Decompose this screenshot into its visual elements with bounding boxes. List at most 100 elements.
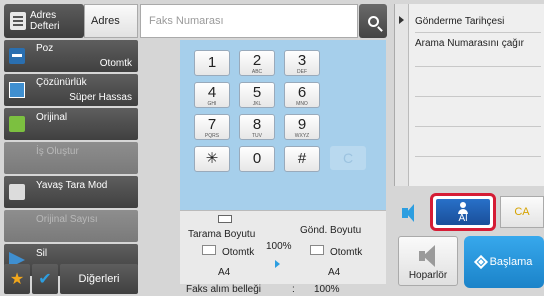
key-7[interactable]: 8 TUV [239, 114, 275, 140]
poz-value: Otomtk [99, 58, 132, 69]
poz-button[interactable]: Poz Otomtk [4, 40, 138, 72]
key-digit: 2 [252, 52, 262, 69]
recall-number-item[interactable]: Arama Numarasını çağır [415, 38, 525, 50]
key-3[interactable]: 4 GHI [194, 82, 230, 108]
resolution-icon [9, 82, 25, 98]
key-letters: JKL [252, 101, 262, 107]
key-letters: PQRS [204, 133, 220, 139]
receive-button[interactable]: Al [430, 193, 496, 231]
address-book-icon [10, 12, 26, 30]
resolution-button[interactable]: Çözünürlük Süper Hassas [4, 74, 138, 106]
key-letters: TUV [252, 133, 262, 139]
key-digit: 0 [252, 150, 262, 167]
key-digit: 5 [252, 84, 262, 101]
key-digit: 6 [297, 84, 307, 101]
key-10[interactable]: 0 [239, 146, 275, 172]
key-1[interactable]: 2 ABC [239, 50, 275, 76]
address-button-label: Adres [91, 15, 120, 27]
slow-scan-button[interactable]: Yavaş Tara Mod [4, 176, 138, 208]
key-digit: 4 [207, 84, 217, 101]
start-button[interactable]: Başlama [464, 236, 544, 288]
address-book-button[interactable]: Adres Defteri [4, 4, 84, 38]
slow-scan-label: Yavaş Tara Mod [36, 180, 108, 191]
fax-memory-separator: : [292, 284, 295, 295]
key-digit: 7 [207, 116, 217, 133]
divider [415, 126, 541, 127]
scale-ratio: 100% [266, 241, 292, 252]
divider [415, 96, 541, 97]
divider [415, 156, 541, 157]
original-count-button[interactable]: Orijinal Sayısı [4, 210, 138, 242]
key-letters: WXYZ [294, 133, 310, 139]
key-letters: ABC [251, 69, 263, 75]
scan-paper-size: A4 [218, 267, 231, 278]
settings-menu: Poz Otomtk Çözünürlük Süper Hassas Oriji… [4, 40, 138, 278]
fax-number-placeholder: Faks Numarası [149, 15, 224, 27]
key-letters: MNO [296, 101, 308, 107]
star-icon: ★ [9, 271, 25, 288]
resolution-label: Çözünürlük [36, 77, 87, 88]
ca-button[interactable]: CA [500, 196, 544, 228]
key-digit: # [297, 150, 307, 167]
slow-scan-icon [9, 184, 25, 200]
create-job-label: İş Oluştur [36, 146, 79, 157]
clear-key[interactable]: C [330, 146, 366, 170]
start-label: Başlama [489, 256, 533, 268]
key-digit: 9 [297, 116, 307, 133]
key-letters: DEF [297, 69, 307, 75]
resolution-value: Süper Hassas [69, 92, 132, 103]
key-9[interactable]: ✳ [194, 146, 230, 172]
check-icon: ✔ [38, 271, 52, 288]
send-history-item[interactable]: Gönderme Tarihçesi [415, 16, 541, 28]
fax-number-input[interactable]: Faks Numarası [140, 4, 358, 38]
send-paper-size: A4 [328, 267, 341, 278]
key-0[interactable]: 1 [194, 50, 230, 76]
key-digit: 3 [297, 52, 307, 69]
speaker-icon [419, 245, 439, 267]
search-button[interactable] [359, 4, 387, 38]
favorite-button[interactable]: ★ [4, 264, 30, 294]
scan-size-label: Tarama Boyutu [188, 229, 256, 240]
send-mode: Otomtk [330, 247, 363, 258]
check-button[interactable]: ✔ [32, 264, 58, 294]
original-button[interactable]: Orijinal [4, 108, 138, 140]
key-digit: 1 [207, 54, 217, 71]
key-digit: 8 [252, 116, 262, 133]
receive-label: Al [458, 213, 468, 224]
bottom-left-bar: ★ ✔ Diğerleri [4, 264, 138, 294]
original-label: Orijinal [36, 112, 68, 123]
divider [415, 32, 541, 33]
address-book-label-line1: Adres [30, 10, 57, 21]
send-size-label: Gönd. Boyutu [300, 225, 362, 236]
volume-button[interactable] [398, 200, 420, 228]
send-paper-icon [310, 245, 324, 255]
key-8[interactable]: 9 WXYZ [284, 114, 320, 140]
key-4[interactable]: 5 JKL [239, 82, 275, 108]
exposure-icon [9, 48, 25, 64]
arrow-right-icon [275, 260, 280, 268]
key-digit: ✳ [205, 150, 219, 167]
key-11[interactable]: # [284, 146, 320, 172]
scan-mode: Otomtk [222, 247, 255, 258]
start-icon [473, 254, 488, 270]
fax-memory-status: Faks alım belleği : 100% [180, 284, 386, 296]
expand-panel-button[interactable] [395, 4, 409, 186]
speaker-cone-icon [406, 204, 414, 222]
key-letters: GHI [207, 101, 217, 107]
fax-memory-value: 100% [314, 284, 340, 295]
original-count-label: Orijinal Sayısı [36, 214, 98, 225]
ca-label: CA [514, 206, 530, 218]
action-panel: Gönderme Tarihçesi Arama Numarasını çağı… [394, 4, 544, 186]
scan-paper-icon [202, 245, 216, 255]
fax-memory-label: Faks alım belleği [186, 284, 262, 295]
address-button[interactable]: Adres [84, 4, 138, 38]
others-button[interactable]: Diğerleri [60, 264, 138, 294]
poz-label: Poz [36, 43, 54, 54]
key-2[interactable]: 3 DEF [284, 50, 320, 76]
key-5[interactable]: 6 MNO [284, 82, 320, 108]
key-6[interactable]: 7 PQRS [194, 114, 230, 140]
scan-info-panel: Tarama Boyutu Gönd. Boyutu 100% Otomtk O… [180, 210, 386, 284]
create-job-button[interactable]: İş Oluştur [4, 142, 138, 174]
speaker-label: Hoparlör [408, 270, 448, 281]
speaker-button[interactable]: Hoparlör [398, 236, 458, 286]
